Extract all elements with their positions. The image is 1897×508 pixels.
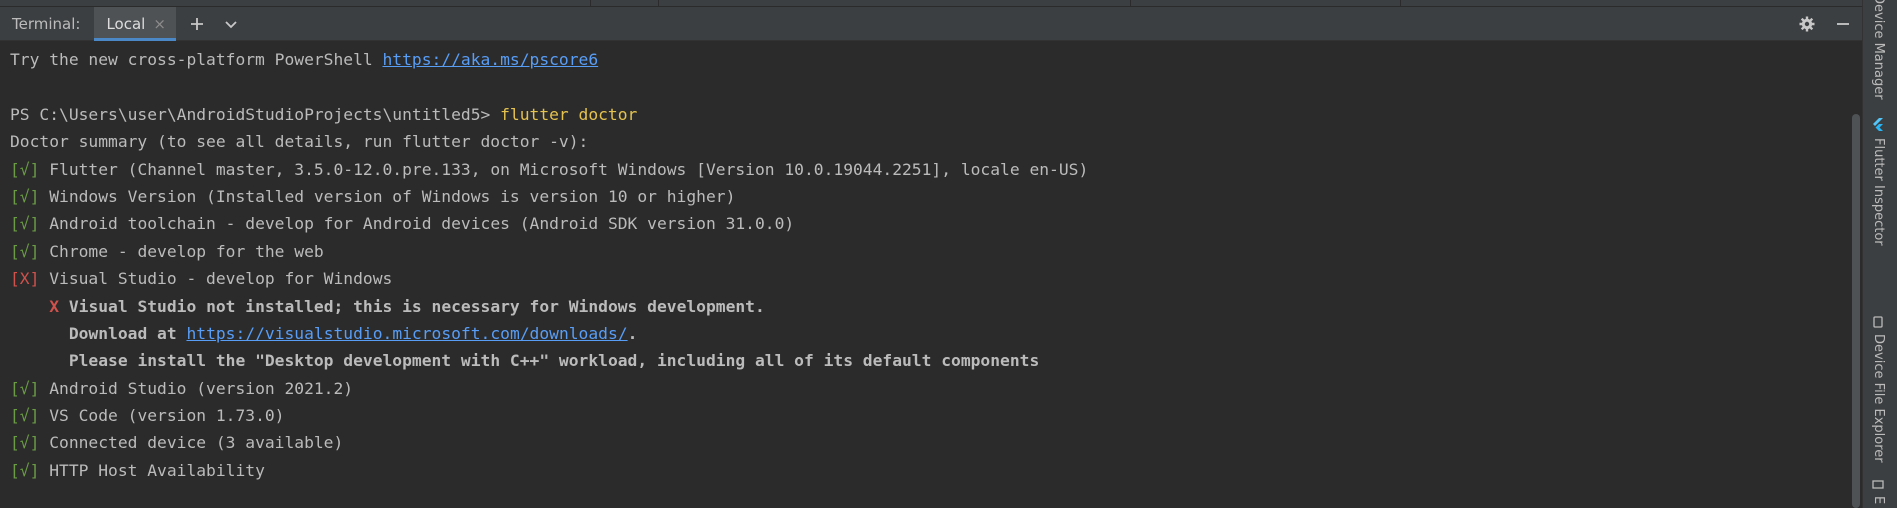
pscore-link[interactable]: https://aka.ms/pscore6	[382, 50, 598, 69]
check-mark: [√]	[10, 214, 40, 234]
minimize-icon[interactable]	[1830, 11, 1856, 37]
check-line: [√] Chrome - develop for the web	[10, 238, 1848, 265]
flutter-icon-svg	[1873, 118, 1883, 131]
terminal-line: Try the new cross-platform PowerShell ht…	[10, 46, 1848, 73]
tool-label: Device Manager	[1871, 0, 1886, 100]
check-text: Android toolchain - develop for Android …	[39, 214, 795, 234]
divider	[658, 0, 659, 6]
check-line: [√] Android Studio (version 2021.2)	[10, 375, 1848, 402]
check-mark: [√]	[10, 378, 40, 398]
terminal-toolbar: Terminal: Local ×	[0, 6, 1862, 41]
check-text: Visual Studio - develop for Windows	[39, 269, 393, 289]
check-mark: [√]	[10, 159, 40, 179]
vs-error-line: X Visual Studio not installed; this is n…	[10, 293, 1848, 320]
check-text: Chrome - develop for the web	[39, 241, 324, 261]
download-suffix: .	[627, 323, 638, 343]
check-line: [X] Visual Studio - develop for Windows	[10, 265, 1848, 292]
check-line: [√] Android toolchain - develop for Andr…	[10, 210, 1848, 237]
chevron-down-icon[interactable]	[218, 11, 244, 37]
tool-device-manager[interactable]: Device Manager	[1871, 0, 1886, 100]
check-line: [√] VS Code (version 1.73.0)	[10, 402, 1848, 429]
check-line: [√] Flutter (Channel master, 3.5.0-12.0.…	[10, 156, 1848, 183]
flutter-icon	[1871, 118, 1886, 132]
check-line: [√] Windows Version (Installed version o…	[10, 183, 1848, 210]
check-text: VS Code (version 1.73.0)	[39, 406, 285, 426]
tool-event-log[interactable]: E	[1871, 478, 1886, 504]
download-prefix: Download at	[68, 323, 187, 343]
prompt: PS C:\Users\user\AndroidStudioProjects\u…	[10, 104, 501, 124]
check-text: Flutter (Channel master, 3.5.0-12.0.pre.…	[39, 159, 1089, 179]
check-mark: [√]	[10, 433, 40, 453]
tool-label: Device File Explorer	[1871, 334, 1886, 463]
right-tool-strip: Device Manager Flutter Inspector Device …	[1862, 0, 1897, 508]
visualstudio-link[interactable]: https://visualstudio.microsoft.com/downl…	[186, 324, 627, 343]
terminal-title: Terminal:	[12, 14, 81, 33]
summary-text: Doctor summary (to see all details, run …	[10, 132, 589, 152]
tab-label: Local	[106, 14, 146, 33]
intro-text: Try the new cross-platform PowerShell	[10, 50, 383, 69]
chevron-down-icon-svg	[225, 20, 237, 28]
error-x: X	[49, 296, 60, 316]
device-icon-svg	[1872, 480, 1884, 489]
vs-error-message: Visual Studio not installed; this is nec…	[59, 296, 765, 316]
device-icon	[1871, 478, 1886, 490]
device-icon-svg	[1873, 316, 1883, 328]
check-text: HTTP Host Availability	[39, 460, 265, 480]
tool-flutter-inspector[interactable]: Flutter Inspector	[1871, 118, 1886, 246]
tool-device-file-explorer[interactable]: Device File Explorer	[1871, 316, 1886, 463]
gear-icon-svg	[1799, 16, 1815, 32]
check-mark: [√]	[10, 460, 40, 480]
scrollbar-thumb[interactable]	[1852, 114, 1860, 508]
check-mark: [√]	[10, 406, 40, 426]
vs-install-hint: Please install the "Desktop development …	[10, 347, 1848, 374]
terminal-output[interactable]: Try the new cross-platform PowerShell ht…	[0, 42, 1848, 508]
install-hint-text: Please install the "Desktop development …	[68, 351, 1040, 371]
terminal-line: Doctor summary (to see all details, run …	[10, 128, 1848, 155]
device-icon	[1871, 316, 1886, 328]
check-mark: [√]	[10, 241, 40, 261]
terminal-line: PS C:\Users\user\AndroidStudioProjects\u…	[10, 101, 1848, 128]
gear-icon[interactable]	[1794, 11, 1820, 37]
check-text: Android Studio (version 2021.2)	[39, 378, 354, 398]
check-line: [√] Connected device (3 available)	[10, 429, 1848, 456]
divider	[1400, 0, 1401, 6]
toolbar-actions	[1790, 7, 1862, 41]
divider	[1130, 0, 1131, 6]
divider	[590, 0, 591, 6]
tool-label: E	[1871, 496, 1886, 505]
check-text: Windows Version (Installed version of Wi…	[39, 186, 736, 206]
plus-icon[interactable]	[184, 11, 210, 37]
command: flutter doctor	[500, 104, 638, 124]
minimize-icon-svg	[1837, 23, 1849, 25]
check-mark: [√]	[10, 186, 40, 206]
check-text: Connected device (3 available)	[39, 433, 344, 453]
tab-local[interactable]: Local ×	[94, 6, 177, 41]
vertical-scrollbar[interactable]	[1850, 42, 1862, 508]
check-line: [√] HTTP Host Availability	[10, 457, 1848, 484]
plus-icon-svg	[190, 17, 203, 30]
close-icon[interactable]: ×	[153, 15, 166, 33]
vs-download-line: Download at https://visualstudio.microso…	[10, 320, 1848, 347]
editor-tabs-remnant	[0, 0, 1862, 7]
error-mark: [X]	[10, 269, 40, 289]
tool-label: Flutter Inspector	[1871, 138, 1886, 246]
